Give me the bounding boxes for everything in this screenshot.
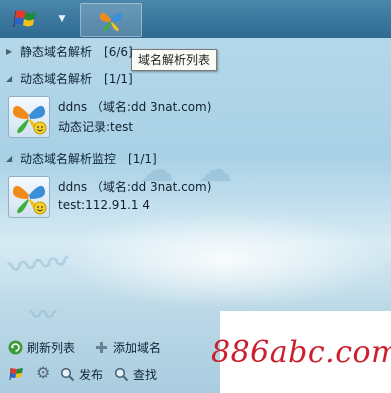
refresh-icon	[8, 340, 23, 355]
publish-button[interactable]: 发布	[60, 366, 103, 383]
butterfly-icon	[99, 12, 123, 31]
watermark: 886abc.com	[211, 311, 391, 393]
chevron-down-icon: ▼	[58, 14, 66, 24]
background-decoration: 〰〰	[6, 244, 71, 287]
search-icon	[60, 367, 75, 382]
settings-button[interactable]: ⚙	[36, 363, 55, 382]
contact-status: test:112.91.1 4	[58, 198, 150, 212]
gear-icon: ⚙	[36, 363, 51, 382]
add-domain-button[interactable]: 添加域名	[94, 339, 161, 356]
refresh-label: 刷新列表	[27, 341, 76, 355]
butterfly-icon	[12, 185, 47, 215]
flag-logo-icon	[12, 10, 36, 28]
add-domain-label: 添加域名	[113, 341, 162, 355]
app-window: ☁ ☁ 〰〰 〰 ▼ 域名解析列表 ▶ 静态域名解析 [6/6] ◢ 动态域名解…	[0, 0, 391, 393]
find-label: 查找	[133, 368, 158, 382]
tooltip: 域名解析列表	[131, 49, 218, 71]
group-static-domain[interactable]: ▶ 静态域名解析 [6/6]	[6, 43, 133, 60]
find-button[interactable]: 查找	[114, 366, 157, 383]
group-count: [6/6]	[104, 44, 133, 59]
group-label: 动态域名解析监控	[20, 152, 117, 166]
group-label: 静态域名解析	[20, 45, 93, 59]
contact-name: ddns （域名:dd 3nat.com)	[58, 180, 212, 194]
butterfly-icon	[12, 105, 47, 135]
avatar	[8, 176, 50, 218]
publish-label: 发布	[79, 368, 104, 382]
collapse-arrow-icon: ◢	[6, 74, 13, 83]
group-count: [1/1]	[104, 71, 133, 86]
refresh-list-button[interactable]: 刷新列表	[8, 339, 75, 356]
main-menu-button[interactable]: ▼	[2, 3, 74, 35]
plus-icon	[94, 340, 109, 355]
flag-logo-icon	[9, 367, 23, 381]
expand-arrow-icon: ▶	[6, 47, 13, 56]
avatar	[8, 96, 50, 138]
group-count: [1/1]	[128, 151, 157, 166]
flag-logo-button[interactable]	[8, 366, 26, 382]
watermark-text: 886abc.com	[211, 334, 391, 370]
group-dynamic-monitor[interactable]: ◢ 动态域名解析监控 [1/1]	[6, 150, 157, 167]
background-decoration: 〰	[30, 301, 57, 331]
group-dynamic-domain[interactable]: ◢ 动态域名解析 [1/1]	[6, 70, 133, 87]
group-label: 动态域名解析	[20, 72, 93, 86]
search-icon	[114, 367, 129, 382]
domain-list-button[interactable]	[80, 3, 142, 37]
contact-status: 动态记录:test	[58, 120, 134, 134]
background-glow	[60, 210, 390, 310]
contact-name: ddns （域名:dd 3nat.com)	[58, 100, 212, 114]
top-toolbar: ▼	[0, 0, 391, 38]
collapse-arrow-icon: ◢	[6, 154, 13, 163]
